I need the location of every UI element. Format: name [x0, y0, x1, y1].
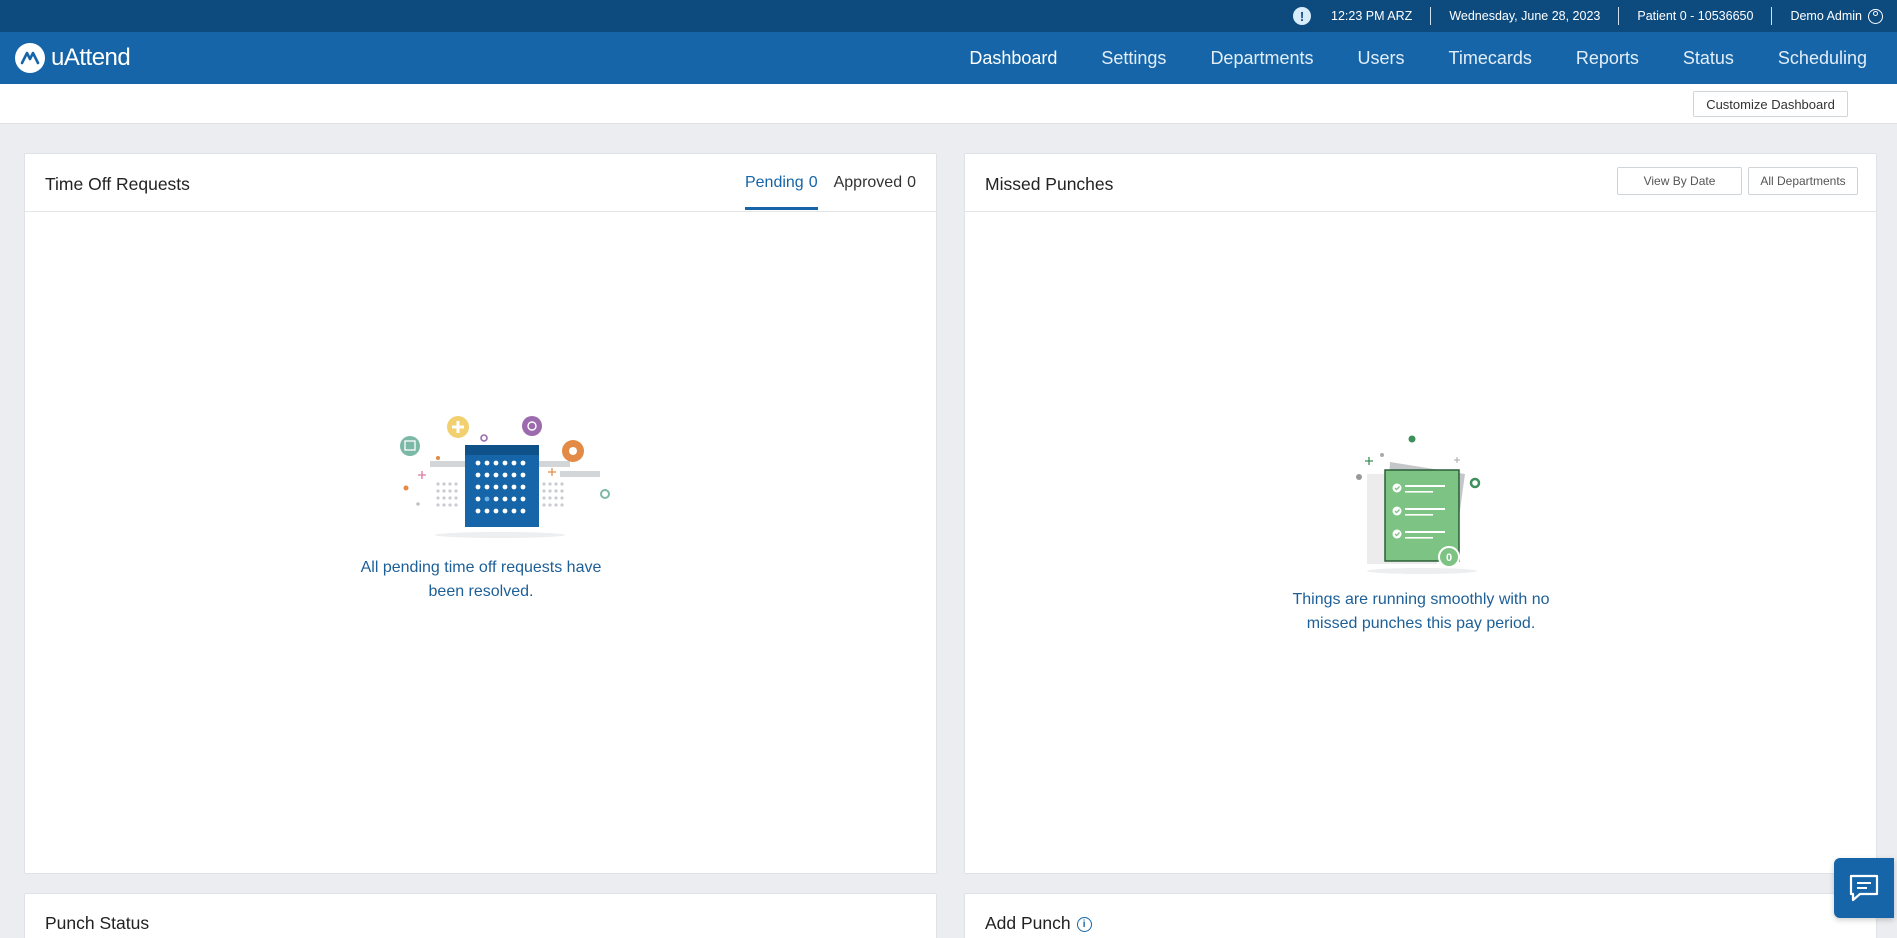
customize-dashboard-button[interactable]: Customize Dashboard	[1693, 91, 1848, 117]
dashboard-toolbar: Customize Dashboard	[0, 84, 1897, 124]
user-name: Demo Admin	[1790, 9, 1862, 23]
top-status-bar: ! 12:23 PM ARZ Wednesday, June 28, 2023 …	[0, 0, 1897, 32]
all-departments-dropdown[interactable]: All Departments	[1748, 167, 1858, 195]
punch-status-card: Punch Status	[24, 893, 937, 938]
alert-icon[interactable]: !	[1293, 7, 1312, 25]
brand-logo[interactable]: uAttend	[15, 43, 131, 73]
main-navbar: uAttend Dashboard Settings Departments U…	[0, 32, 1897, 84]
tab-count: 0	[907, 174, 916, 191]
info-icon[interactable]: i	[1076, 916, 1092, 932]
nav-item-settings[interactable]: Settings	[1079, 48, 1188, 69]
nav-item-reports[interactable]: Reports	[1554, 48, 1661, 69]
nav-item-status[interactable]: Status	[1661, 48, 1756, 69]
time-off-tabs: Pending 0 Approved 0	[729, 154, 916, 212]
time-off-empty-message: All pending time off requests have been …	[301, 556, 661, 604]
card-title-row: Add Punch i	[985, 913, 1092, 934]
time-off-requests-card: Time Off Requests Pending 0 Approved 0 A…	[24, 153, 937, 874]
account-id: Patient 0 - 10536650	[1618, 7, 1771, 25]
checklist-illustration: 0	[1356, 435, 1481, 574]
tab-label: Pending	[744, 174, 804, 191]
empty-line-1: All pending time off requests have	[360, 559, 602, 576]
chat-icon	[1849, 874, 1879, 902]
add-punch-card: Add Punch i	[964, 893, 1877, 938]
card-header: Time Off Requests Pending 0 Approved 0	[25, 154, 936, 212]
current-time: 12:23 PM ARZ	[1331, 9, 1413, 23]
nav-item-users[interactable]: Users	[1335, 48, 1426, 69]
card-title: Time Off Requests	[45, 174, 190, 194]
empty-line-2: been resolved.	[428, 583, 534, 600]
logo-icon	[15, 43, 45, 73]
user-avatar-icon	[1868, 8, 1883, 24]
brand-name: uAttend	[51, 44, 131, 71]
missed-punches-card: Missed Punches View By Date All Departme…	[964, 153, 1877, 874]
nav-item-departments[interactable]: Departments	[1188, 48, 1335, 69]
nav-item-scheduling[interactable]: Scheduling	[1756, 48, 1889, 69]
current-date: Wednesday, June 28, 2023	[1430, 7, 1618, 25]
missed-punch-count-badge: 0	[1446, 552, 1452, 564]
calendar-illustration	[400, 416, 610, 538]
nav-item-dashboard[interactable]: Dashboard	[947, 48, 1079, 69]
nav-item-timecards[interactable]: Timecards	[1427, 48, 1554, 69]
missed-punches-empty-message: Things are running smoothly with no miss…	[1241, 588, 1601, 636]
tab-pending[interactable]: Pending 0	[744, 154, 818, 212]
chat-support-button[interactable]	[1834, 858, 1894, 918]
user-menu[interactable]: Demo Admin	[1771, 7, 1883, 25]
tab-approved[interactable]: Approved 0	[834, 154, 916, 212]
card-header: Missed Punches View By Date All Departme…	[965, 154, 1876, 212]
nav-menu: Dashboard Settings Departments Users Tim…	[947, 32, 1897, 84]
card-title: Punch Status	[45, 913, 150, 933]
tab-label: Approved	[833, 174, 903, 191]
card-title: Add Punch	[985, 913, 1071, 933]
view-by-date-button[interactable]: View By Date	[1617, 167, 1742, 195]
empty-line-2: missed punches this pay period.	[1306, 615, 1536, 632]
tab-count: 0	[808, 174, 818, 191]
card-title: Missed Punches	[985, 174, 1114, 194]
empty-line-1: Things are running smoothly with no	[1292, 591, 1550, 608]
